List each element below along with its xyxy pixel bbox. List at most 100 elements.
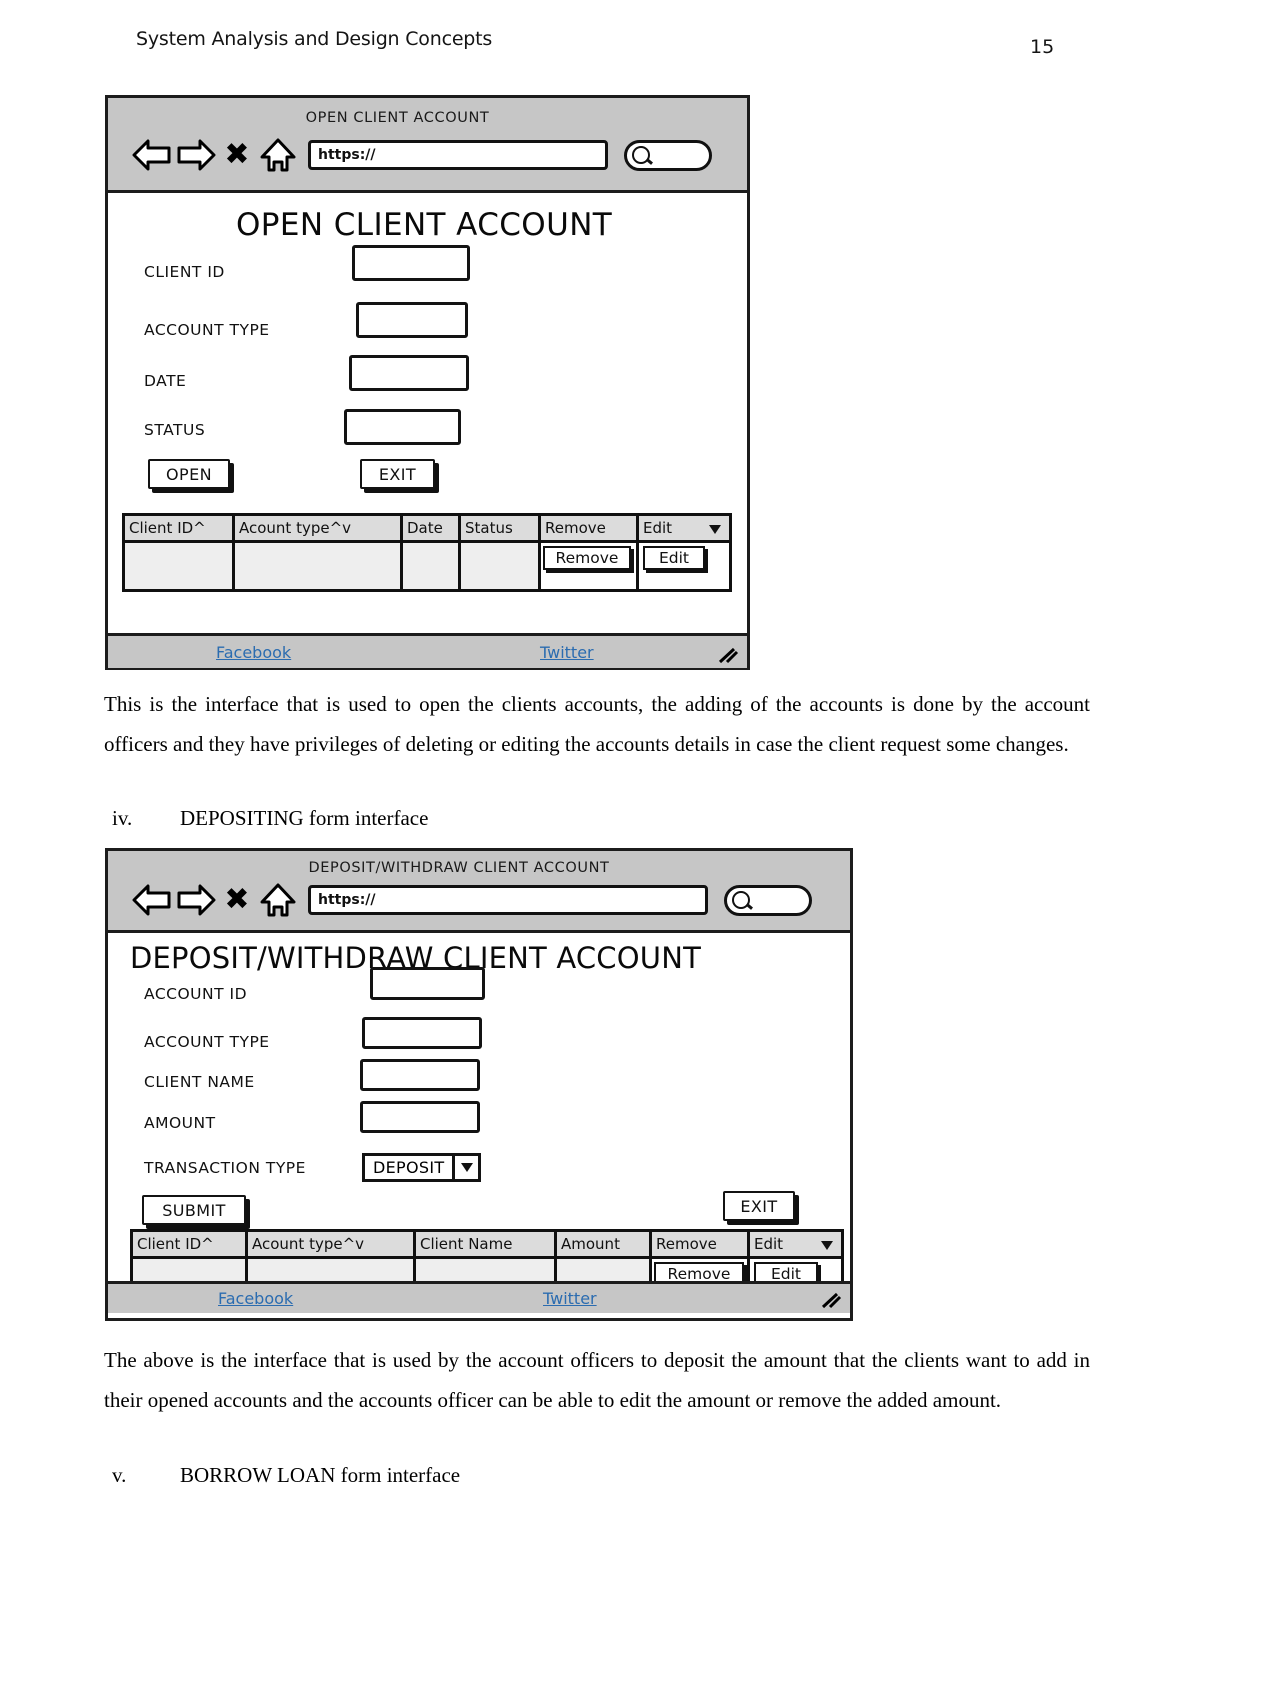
home-icon[interactable] [256,879,300,921]
browser-window-title: DEPOSIT/WITHDRAW CLIENT ACCOUNT [308,860,610,876]
edit-button[interactable]: Edit [643,546,705,570]
input-status[interactable] [344,409,461,445]
field-row-client-id: CLIENT ID [144,245,504,281]
facebook-link[interactable]: Facebook [218,1289,293,1308]
cell-status [461,543,541,589]
label-account-id: ACCOUNT ID [144,985,248,1003]
list-item-v-text: BORROW LOAN form interface [180,1463,461,1487]
forward-arrow-icon[interactable] [174,879,218,921]
column-header-client-id[interactable]: Client ID^ [133,1232,248,1259]
back-arrow-icon[interactable] [130,879,174,921]
magnifier-icon [732,891,750,909]
field-row-date: DATE [144,355,504,391]
cell-date [403,543,461,589]
cell-account-type [235,543,403,589]
label-amount: AMOUNT [144,1114,216,1132]
field-row-account-type: ACCOUNT TYPE [144,1017,564,1051]
column-header-status[interactable]: Status [461,516,541,543]
input-account-id[interactable] [370,966,485,1000]
input-client-id[interactable] [352,245,470,281]
url-input[interactable]: https:// [308,885,708,915]
list-item-v: v. BORROW LOAN form interface [112,1463,1092,1488]
url-value: https:// [318,892,376,908]
submit-button[interactable]: SUBMIT [142,1195,246,1225]
url-value: https:// [318,147,376,163]
column-header-edit-label: Edit [754,1235,784,1253]
list-item-iv-text: DEPOSITING form interface [180,806,429,830]
column-header-edit-label: Edit [643,519,673,537]
home-icon[interactable] [256,134,300,176]
table-header-row: Client ID^ Acount type^v Client Name Amo… [133,1232,841,1259]
column-header-account-type[interactable]: Acount type^v [248,1232,416,1259]
mockup-deposit-withdraw-client-account: DEPOSIT/WITHDRAW CLIENT ACCOUNT ✖ https:… [105,848,853,1321]
table-row: Remove Edit [125,543,729,589]
label-account-type: ACCOUNT TYPE [144,321,270,339]
resize-grip-icon[interactable] [820,1292,842,1310]
input-client-name[interactable] [360,1059,480,1091]
page-title: OPEN CLIENT ACCOUNT [236,207,613,243]
column-header-remove[interactable]: Remove [652,1232,750,1259]
cell-remove: Remove [541,543,639,589]
facebook-link[interactable]: Facebook [216,643,291,662]
column-header-client-name[interactable]: Client Name [416,1232,557,1259]
close-x-icon[interactable]: ✖ [218,879,256,921]
close-x-icon[interactable]: ✖ [218,134,256,176]
cell-edit: Edit [639,543,729,589]
cell-client-id [125,543,235,589]
forward-arrow-icon[interactable] [174,134,218,176]
paragraph-deposit-description: The above is the interface that is used … [104,1348,1090,1412]
column-header-account-type[interactable]: Acount type^v [235,516,403,543]
list-item-iv: iv. DEPOSITING form interface [112,806,1092,831]
page-content: DEPOSIT/WITHDRAW CLIENT ACCOUNT ACCOUNT … [108,933,850,1300]
field-row-status: STATUS [144,409,504,445]
url-input[interactable]: https:// [308,140,608,170]
mockup-open-client-account: OPEN CLIENT ACCOUNT ✖ https:// OPEN CLIE… [105,95,750,670]
chevron-down-icon[interactable] [452,1156,478,1179]
browser-chrome: DEPOSIT/WITHDRAW CLIENT ACCOUNT ✖ https:… [108,851,850,933]
field-row-amount: AMOUNT [144,1101,564,1133]
input-date[interactable] [349,355,469,391]
remove-button[interactable]: Remove [543,546,631,570]
column-header-amount[interactable]: Amount [557,1232,652,1259]
input-account-type[interactable] [356,302,468,338]
twitter-link[interactable]: Twitter [540,643,594,662]
browser-chrome: OPEN CLIENT ACCOUNT ✖ https:// [108,98,747,193]
label-client-id: CLIENT ID [144,263,225,281]
magnifier-icon [632,146,650,164]
back-arrow-icon[interactable] [130,134,174,176]
transaction-type-select[interactable]: DEPOSIT [362,1153,482,1182]
column-header-date[interactable]: Date [403,516,461,543]
input-amount[interactable] [360,1101,480,1133]
list-item-iv-numeral: iv. [112,806,133,830]
page-footer: Facebook Twitter [108,1281,850,1313]
input-account-type[interactable] [362,1017,482,1049]
page-footer: Facebook Twitter [108,633,747,668]
search-input[interactable] [624,139,712,171]
column-header-remove[interactable]: Remove [541,516,639,543]
browser-toolbar: ✖ https:// [130,134,737,176]
label-transaction-type: TRANSACTION TYPE [144,1158,306,1177]
column-header-edit[interactable]: Edit [750,1232,841,1259]
resize-grip-icon[interactable] [717,647,739,665]
chevron-down-icon[interactable] [709,525,721,534]
browser-window-title: OPEN CLIENT ACCOUNT [305,110,490,126]
field-row-account-type: ACCOUNT TYPE [144,302,504,339]
column-header-edit[interactable]: Edit [639,516,729,543]
field-row-account-id: ACCOUNT ID [144,966,564,1003]
chevron-down-icon[interactable] [821,1241,833,1250]
column-header-client-id[interactable]: Client ID^ [125,516,235,543]
accounts-table: Client ID^ Acount type^v Date Status Rem… [122,513,732,592]
search-input[interactable] [724,884,812,916]
label-account-type: ACCOUNT TYPE [144,1033,270,1051]
paragraph-open-account-description: This is the interface that is used to op… [104,692,1090,756]
browser-toolbar: ✖ https:// [130,879,840,921]
exit-button[interactable]: EXIT [723,1191,795,1221]
page-header: System Analysis and Design Concepts 15 [0,28,1275,68]
exit-button[interactable]: EXIT [360,459,435,489]
transaction-type-value: DEPOSIT [373,1158,445,1177]
table-header-row: Client ID^ Acount type^v Date Status Rem… [125,516,729,543]
page-content: OPEN CLIENT ACCOUNT CLIENT ID ACCOUNT TY… [108,193,747,633]
page-number: 15 [1030,36,1055,58]
twitter-link[interactable]: Twitter [543,1289,597,1308]
open-button[interactable]: OPEN [148,459,230,489]
